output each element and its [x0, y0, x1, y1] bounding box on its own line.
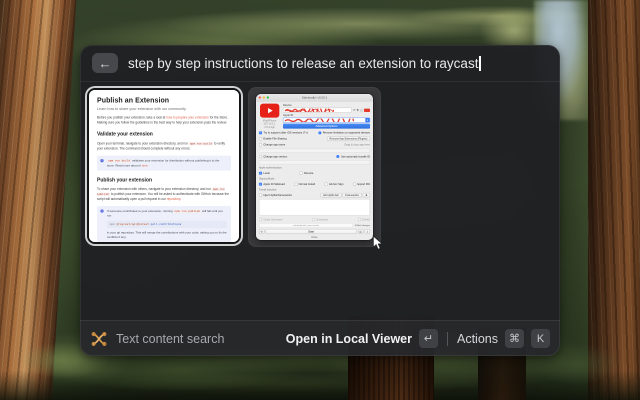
result-thumbnail-app[interactable]: Sideloadly! v0.20.1 iPad/iPhone iOS 16.1…	[248, 87, 381, 247]
raycast-launcher-window: ← step by step instructions to release a…	[80, 45, 560, 356]
enter-keycap: ↵	[419, 329, 438, 348]
checkbox-disabled	[312, 218, 315, 221]
inline-code: npm run publish	[174, 210, 202, 213]
actions-button[interactable]: Actions	[457, 332, 498, 346]
mini-titlebar: Sideloadly! v0.20.1	[256, 94, 373, 101]
code-block: npx @raycast/api@latest pull-contributio…	[107, 221, 227, 229]
checkbox	[300, 172, 303, 175]
result-thumbnail-doc[interactable]: Publish an Extension Learn how to share …	[89, 90, 239, 242]
k-keycap: K	[531, 329, 550, 348]
inline-code: npm run build	[189, 142, 213, 145]
auth-section-label: Apple authentication:	[259, 166, 370, 169]
hint-icon: i	[100, 209, 103, 212]
action-bar: Text content search Open in Local Viewer…	[80, 320, 560, 356]
add-icon: ✚	[356, 108, 359, 112]
extension-logo-icon	[90, 330, 108, 348]
idevice-field	[283, 108, 352, 113]
apple-id-field: ▾	[283, 118, 370, 123]
frameworks-button: Frameworks	[342, 193, 361, 197]
apple-id-label: Apple ID	[283, 114, 370, 117]
checkbox-checked	[259, 172, 262, 175]
info-icon: ⓘ	[360, 108, 363, 112]
checkbox	[259, 155, 262, 158]
info-icon: i	[318, 131, 321, 134]
share-button: ↥	[365, 229, 370, 234]
redaction-scribble	[285, 119, 355, 122]
refresh-icon: ⟳	[353, 108, 356, 112]
drag-drop-hint: Drag & drop app here	[344, 143, 370, 146]
dropdown-icon: ▾	[365, 118, 369, 122]
search-query-text: step by step instructions to release an …	[128, 56, 478, 71]
command-name-label: Text content search	[116, 332, 224, 346]
mouse-cursor	[372, 235, 384, 251]
add-dylib-button: Add dylib/.deb	[320, 193, 341, 197]
device-info: iPad/iPhone iOS 16.1.1 2.5.4 App	[263, 119, 276, 129]
mini-window-title: Sideloadly! v0.20.1	[256, 96, 373, 99]
signing-section-label: Signing Mode:	[259, 177, 370, 180]
youtube-app-icon	[260, 104, 279, 118]
doc-heading-publish: Publish your extension	[97, 177, 231, 183]
inline-code: npm run build	[107, 159, 131, 162]
checkbox	[353, 183, 356, 186]
checkbox	[259, 194, 262, 197]
bundle-id-field	[259, 160, 370, 164]
checkbox	[294, 183, 297, 186]
sideloadly-window: Sideloadly! v0.20.1 iPad/iPhone iOS 16.1…	[256, 94, 373, 240]
advanced-options-button: Advanced Options	[283, 124, 370, 129]
checkbox-checked	[259, 131, 262, 134]
plus-button: ✚	[363, 193, 370, 197]
ad-banner: sideloadly.info, your tweaks	[259, 223, 353, 227]
idevice-label: iDevice	[283, 104, 370, 107]
results-grid: Publish an Extension Learn how to share …	[80, 82, 560, 320]
play-icon	[268, 108, 273, 113]
remove-extensions-button: Remove App Extensions (Plugins)	[327, 137, 370, 141]
device-toolbar-icons: ⟳ ✚ ⓘ	[353, 108, 370, 112]
doc-title: Publish an Extension	[97, 97, 231, 105]
open-local-viewer-button[interactable]: Open in Local Viewer	[286, 332, 412, 346]
doc-paragraph: Before you publish your extension, take …	[97, 115, 231, 125]
doc-hint-box: i npm run build validates your extension…	[97, 156, 231, 171]
status-label: Done	[259, 236, 370, 239]
back-arrow-icon: ←	[99, 57, 112, 70]
app-name-field	[259, 149, 370, 153]
checkbox	[259, 137, 262, 140]
checkbox	[325, 183, 328, 186]
tweak-section-label: Tweak Injection:	[259, 188, 370, 191]
doc-page: Publish an Extension Learn how to share …	[89, 90, 239, 242]
doc-paragraph: Open your terminal, navigate to your ext…	[97, 141, 231, 151]
redaction-scribble	[285, 109, 335, 112]
checkbox-disabled	[358, 218, 361, 221]
log-button: ▤	[358, 229, 363, 234]
settings-button: ⚙	[259, 229, 264, 234]
doc-subtitle: Learn how to share your extension with o…	[97, 107, 231, 111]
footer-divider	[447, 332, 448, 346]
checkbox-disabled	[259, 218, 262, 221]
doc-heading-validate: Validate your extension	[97, 131, 231, 137]
search-bar: ← step by step instructions to release a…	[80, 45, 560, 82]
tweak-list-box	[259, 199, 370, 216]
back-button[interactable]: ←	[92, 53, 118, 73]
email-changes-link: E-Mail changes	[355, 224, 370, 226]
doc-link: how to prepare your extension	[166, 116, 209, 120]
hint-icon: i	[100, 159, 103, 162]
info-icon: i	[336, 155, 339, 158]
doc-hint-box: i If someone contributes to your extensi…	[97, 206, 231, 242]
cmd-keycap: ⌘	[505, 329, 524, 348]
doc-link: repository	[167, 197, 181, 201]
doc-paragraph: To share your extension with others, nav…	[97, 187, 231, 202]
text-caret	[479, 56, 481, 71]
checkbox	[259, 143, 262, 146]
checkbox-checked	[259, 183, 262, 186]
search-input[interactable]: step by step instructions to release an …	[128, 56, 481, 71]
red-badge	[364, 109, 370, 112]
start-button: Start	[266, 229, 357, 234]
